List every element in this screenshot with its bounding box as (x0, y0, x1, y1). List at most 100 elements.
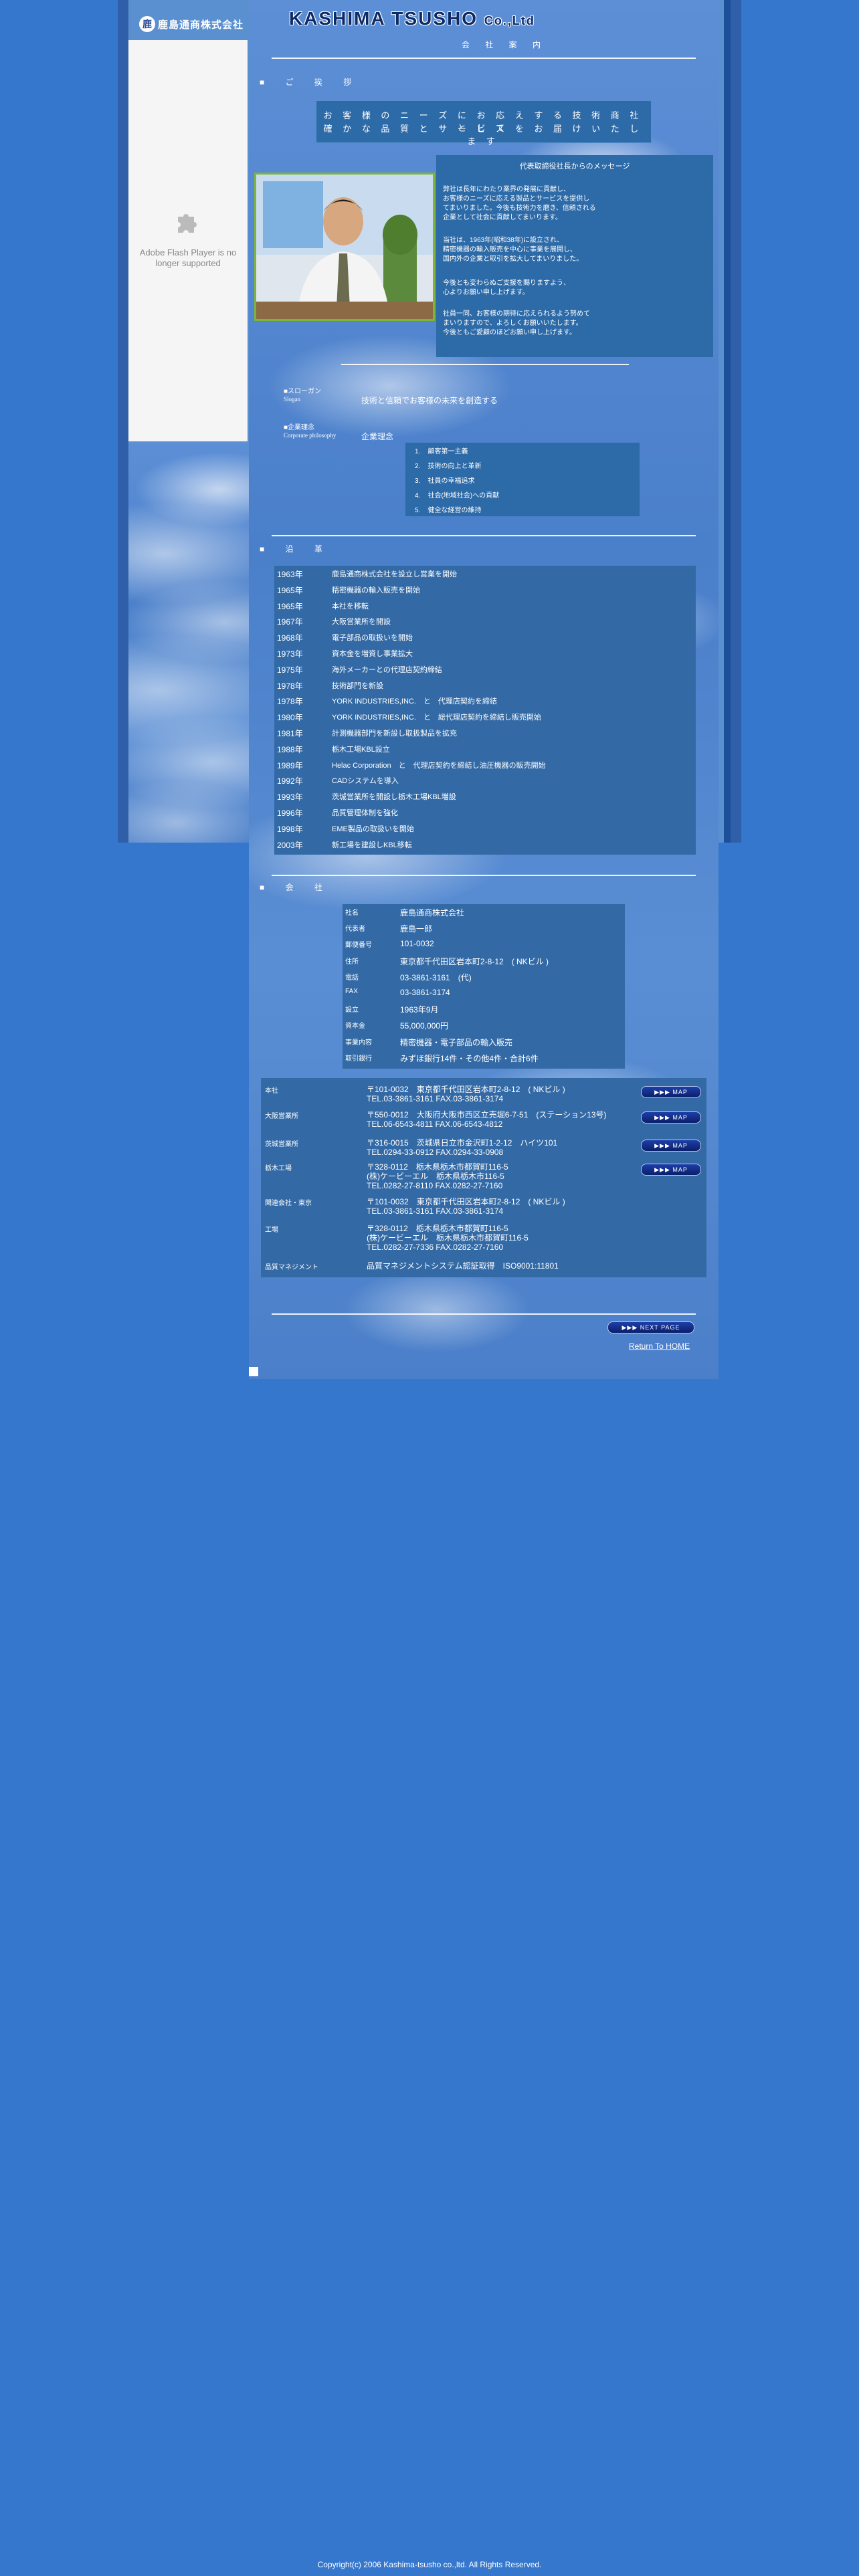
history-event: Helac Corporation と 代理店契約を締結し油圧機器の販売開始 (332, 761, 546, 770)
office-line: TEL.0282-27-7336 FAX.0282-27-7160 (367, 1243, 504, 1252)
message-line: 当社は、1963年(昭和38年)に設立され、 (443, 237, 564, 244)
company-row: 電話 03-3861-3161 (代) (345, 972, 626, 988)
office-line: 〒328-0112 栃木県栃木市都賀町116-5 (367, 1162, 508, 1172)
history-year: 1967年 (277, 617, 303, 627)
footer-divider (272, 1313, 696, 1315)
office-line: TEL.0294-33-0912 FAX.0294-33-0908 (367, 1148, 504, 1157)
history-row: 1993年 茨城営業所を開設し栃木工場KBL増設 (277, 791, 692, 807)
map-button[interactable]: ▶▶▶ MAP (641, 1140, 701, 1152)
history-heading: ■ 沿 革 (260, 544, 332, 554)
company-key: 取引銀行 (345, 1055, 372, 1063)
history-row: 1980年 YORK INDUSTRIES,INC. と 総代理店契約を締結し販売… (277, 712, 692, 728)
president-message-title: 代表取締役社長からのメッセージ (519, 163, 630, 171)
logo-mark-icon: 鹿 (139, 16, 155, 32)
history-year: 1980年 (277, 713, 303, 723)
history-event: YORK INDUSTRIES,INC. と 代理店契約を締結 (332, 697, 497, 706)
company-value: 55,000,000円 (400, 1021, 449, 1031)
history-event: YORK INDUSTRIES,INC. と 総代理店契約を締結し販売開始 (332, 714, 541, 722)
history-row: 1978年 YORK INDUSTRIES,INC. と 代理店契約を締結 (277, 695, 692, 712)
next-page-button[interactable]: ▶▶▶ NEXT PAGE (607, 1321, 694, 1333)
philosophy-label-en: Corporate philosophy (284, 432, 337, 439)
company-key: 郵便番号 (345, 942, 372, 950)
office-line: (株)ケービーエル 栃木県栃木市都賀町116-5 (367, 1233, 529, 1243)
history-row: 1992年 CADシステムを導入 (277, 775, 692, 791)
map-button[interactable]: ▶▶▶ MAP (641, 1164, 701, 1176)
office-line: (株)ケービーエル 栃木県栃木市116-5 (367, 1172, 504, 1181)
company-heading: ■ 会 社 (260, 883, 332, 892)
history-year: 1989年 (277, 760, 303, 770)
page-subtitle: 会 社 案 内 (462, 40, 548, 49)
company-row: 郵便番号 101-0032 (345, 939, 626, 955)
company-value: みずほ銀行14件・その他4件・合計6件 (400, 1053, 539, 1063)
history-year: 1993年 (277, 792, 303, 802)
history-row: 1998年 EME製品の取扱いを開始 (277, 823, 692, 839)
company-value: 1963年9月 (400, 1005, 439, 1015)
office-name: 品質マネジメント (265, 1264, 318, 1271)
company-key: 代表者 (345, 926, 365, 934)
message-line: お客様のニーズに応える製品とサービスを提供し (443, 195, 590, 203)
map-button[interactable]: ▶▶▶ MAP (641, 1086, 701, 1098)
company-row: 事業内容 精密機器・電子部品の輸入販売 (345, 1037, 626, 1053)
history-row: 1973年 資本金を増資し事業拡大 (277, 648, 692, 664)
office-address: 〒328-0112 栃木県栃木市都賀町116-5 (株)ケービーエル 栃木県栃木市… (367, 1224, 529, 1252)
office-line: 〒328-0112 栃木県栃木市都賀町116-5 (367, 1224, 508, 1233)
history-year: 1988年 (277, 744, 303, 754)
philosophy-text: 企業理念 (361, 432, 394, 441)
site-title-main: KASHIMA TSUSHO (289, 8, 478, 29)
slogan-label-en: Slogan (284, 396, 301, 403)
message-line: てまいりました。今後も技術力を磨き、信頼される (443, 205, 596, 212)
office-name: 本社 (265, 1087, 278, 1095)
office-line: TEL.03-3861-3161 FAX.03-3861-3174 (367, 1206, 504, 1216)
company-value: 101-0032 (400, 939, 434, 949)
history-row: 1989年 Helac Corporation と 代理店契約を締結し油圧機器の販… (277, 760, 692, 776)
office-line: TEL.0282-27-8110 FAX.0282-27-7160 (367, 1181, 503, 1190)
slogan-text: 技術と信頼でお客様の未来を創造する (361, 396, 498, 405)
history-year: 1963年 (277, 570, 303, 579)
message-line: 企業として社会に貢献してまいります。 (443, 214, 562, 221)
map-button[interactable]: ▶▶▶ MAP (641, 1111, 701, 1123)
header-divider (272, 58, 696, 59)
office-line: 〒316-0015 茨城県日立市金沢町1-2-12 ハイツ101 (367, 1138, 558, 1148)
history-row: 1965年 精密機器の輸入販売を開始 (277, 584, 692, 601)
history-year: 1998年 (277, 824, 303, 834)
office-line: 品質マネジメントシステム認証取得 ISO9001:11801 (367, 1261, 559, 1271)
history-row: 1965年 本社を移転 (277, 601, 692, 617)
side-strip (724, 0, 731, 843)
history-year: 1965年 (277, 601, 303, 611)
office-name: 関連会社・東京 (265, 1200, 312, 1207)
message-line: 今後ともご愛顧のほどお願い申し上げます。 (443, 329, 576, 336)
history-row: 2003年 新工場を建設しKBL移転 (277, 839, 692, 855)
office-line: 〒101-0032 東京都千代田区岩本町2-8-12 ( NKビル ) (367, 1085, 565, 1094)
history-year: 1973年 (277, 649, 303, 659)
puzzle-piece-icon (178, 214, 197, 233)
history-year: 1978年 (277, 681, 303, 691)
greeting-line-2: 確 か な 品 質 と サ ー ビ ス を お 届 け い た し ま す (323, 124, 643, 146)
history-row: 1978年 技術部門を新設 (277, 680, 692, 696)
history-row: 1981年 計測機器部門を新設し取扱製品を拡充 (277, 728, 692, 744)
section-divider (272, 875, 696, 876)
office-line: TEL.03-3861-3161 FAX.03-3861-3174 (367, 1094, 504, 1103)
history-row: 1967年 大阪営業所を開設 (277, 616, 692, 632)
flash-message: Adobe Flash Player is no longer supporte… (139, 247, 237, 268)
president-photo (254, 173, 435, 321)
logo-text: 鹿島通商株式会社 (158, 19, 244, 31)
company-row: 資本金 55,000,000円 (345, 1020, 626, 1036)
history-row: 1988年 栃木工場KBL設立 (277, 744, 692, 760)
return-home-link[interactable]: Return To HOME (629, 1341, 690, 1351)
slogan-label: ■スローガン (284, 388, 322, 395)
office-name: 工場 (265, 1226, 278, 1234)
history-event: 資本金を増資し事業拡大 (332, 650, 413, 658)
history-event: 新工場を建設しKBL移転 (332, 841, 412, 849)
copyright: Copyright(c) 2006 Kashima-tsusho co.,ltd… (317, 2560, 542, 2569)
office-name: 栃木工場 (265, 1165, 292, 1172)
history-event: 大阪営業所を開設 (332, 618, 391, 627)
history-event: 本社を移転 (332, 602, 369, 611)
company-row: 取引銀行 みずほ銀行14件・その他4件・合計6件 (345, 1053, 626, 1069)
office-name: 大阪営業所 (265, 1113, 298, 1120)
flash-placeholder (128, 40, 248, 441)
site-title: KASHIMA TSUSHO Co.,Ltd (289, 8, 535, 29)
philosophy-item: 2. 技術の向上と革新 (415, 463, 482, 470)
message-line: 今後とも変わらぬご支援を賜りますよう、 (443, 280, 570, 287)
office-name: 茨城営業所 (265, 1141, 298, 1148)
history-event: 栃木工場KBL設立 (332, 745, 390, 754)
